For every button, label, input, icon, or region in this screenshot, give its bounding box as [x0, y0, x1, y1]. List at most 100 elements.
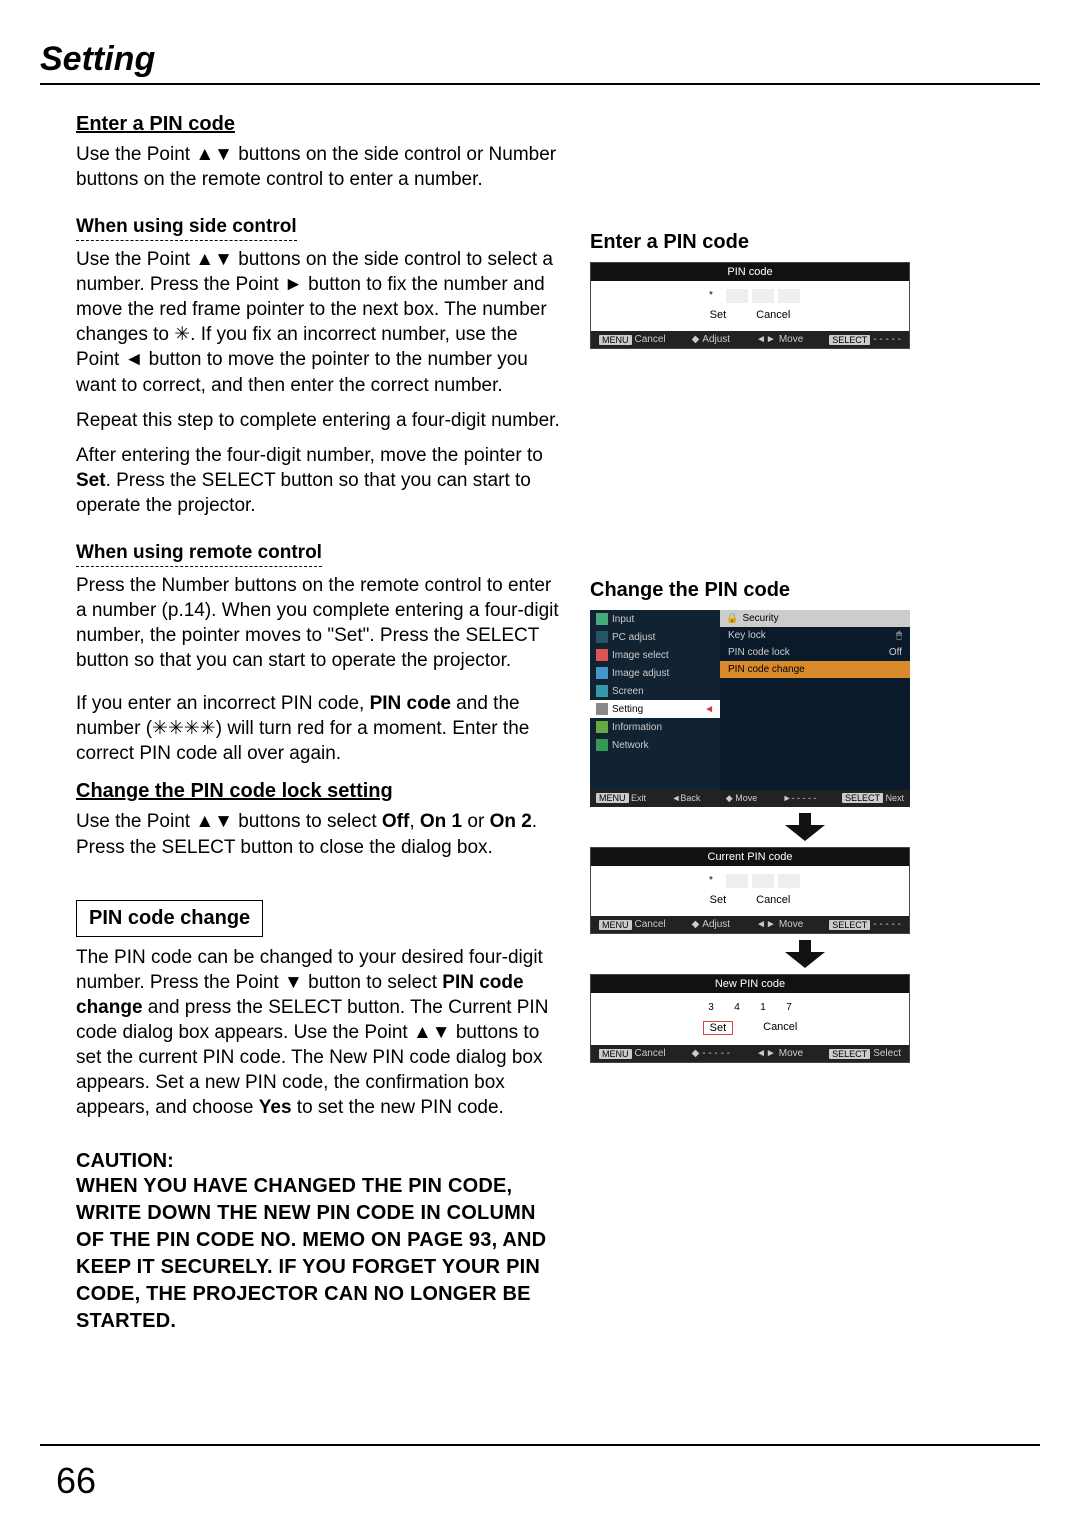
subheading-remote-control: When using remote control	[76, 542, 322, 567]
subheading-side-control: When using side control	[76, 216, 297, 241]
menu-right-value: Off	[889, 647, 902, 658]
setting-icon	[596, 703, 608, 715]
page-number: 66	[56, 1460, 96, 1502]
hint-dash: - - - - -	[702, 1048, 730, 1059]
menu-label: Image adjust	[612, 668, 669, 679]
pin-cell-3	[752, 289, 774, 303]
paragraph-change-lock: Use the Point ▲▼ buttons to select Off, …	[76, 809, 560, 859]
osd-new-pin: New PIN code 3 4 1 7 Set Cancel MENU Can…	[590, 974, 910, 1063]
menu-right-pincodechange: PIN code change	[720, 661, 910, 678]
two-column-layout: Enter a PIN code Use the Point ▲▼ button…	[40, 113, 1040, 1335]
osd-hints: MENU Cancel ◆ - - - - - ◄► Move SELECT S…	[591, 1045, 909, 1062]
caution-heading: CAUTION:	[76, 1150, 560, 1173]
menu-tag: MENU	[599, 920, 632, 930]
paragraph-enter-pin: Use the Point ▲▼ buttons on the side con…	[76, 142, 560, 192]
menu-label: Image select	[612, 650, 669, 661]
pin-cell-2	[726, 289, 748, 303]
text-fragment: ,	[409, 811, 420, 832]
osd-hints: MENU Cancel ◆ Adjust ◄► Move SELECT - - …	[591, 331, 909, 348]
hint-cancel: Cancel	[635, 334, 666, 345]
menu-right-title: Security	[742, 613, 778, 624]
menu-label: PC adjust	[612, 632, 655, 643]
text-fragment: to set the new PIN code.	[292, 1097, 504, 1118]
text-fragment: If you enter an incorrect PIN code,	[76, 693, 370, 714]
osd-button-row: Set Cancel	[591, 892, 909, 912]
title-rule	[40, 83, 1040, 85]
text-bold-set: Set	[76, 470, 106, 491]
osd-set-label: Set	[710, 309, 727, 321]
panel-title-change-pin: Change the PIN code	[590, 579, 1020, 602]
menu-item-network: Network	[590, 736, 720, 754]
hint-move: Move	[779, 334, 803, 345]
menu-item-information: Information	[590, 718, 720, 736]
menu-tag: MENU	[599, 1049, 632, 1059]
osd-button-row: Set Cancel	[591, 1019, 909, 1041]
menu-label: Information	[612, 722, 662, 733]
osd-cancel-label: Cancel	[763, 1021, 797, 1035]
pin-cell-1: *	[700, 874, 722, 888]
hint-exit: Exit	[631, 793, 646, 803]
footer-rule	[40, 1444, 1040, 1446]
osd-hints: MENU Cancel ◆ Adjust ◄► Move SELECT - - …	[591, 916, 909, 933]
text-bold-on1: On 1	[420, 811, 462, 832]
osd-set-label: Set	[710, 894, 727, 906]
spacer	[590, 349, 1020, 579]
caution-body: WHEN YOU HAVE CHANGED THE PIN CODE, WRIT…	[76, 1173, 560, 1335]
hint-dash: - - - - -	[873, 919, 901, 930]
menu-item-input: Input	[590, 610, 720, 628]
osd-menu-right: 🔒Security Key lock🖱 PIN code lockOff PIN…	[720, 610, 910, 790]
osd-pin-cells: *	[591, 870, 909, 892]
hint-move: Move	[779, 919, 803, 930]
paragraph-error: If you enter an incorrect PIN code, PIN …	[76, 691, 560, 766]
osd-menu-left: Input PC adjust Image select Image adjus…	[590, 610, 720, 790]
pin-cell-2	[726, 874, 748, 888]
column-left: Enter a PIN code Use the Point ▲▼ button…	[40, 113, 560, 1335]
text-fragment: or	[462, 811, 489, 832]
select-tag: SELECT	[829, 1049, 870, 1059]
pin-cell-3	[752, 874, 774, 888]
pin-cell-1: 3	[700, 1001, 722, 1015]
hint-cancel: Cancel	[635, 919, 666, 930]
osd-pin-cells: *	[591, 285, 909, 307]
arrow-down-icon	[590, 940, 1020, 968]
hint-move: Move	[735, 793, 757, 803]
text-fragment: Use the Point ▲▼ buttons to select	[76, 811, 382, 832]
imageadj-icon	[596, 667, 608, 679]
osd-pin-cells: 3 4 1 7	[591, 997, 909, 1019]
menu-right-label: Key lock	[728, 630, 766, 641]
pin-cell-1: *	[700, 289, 722, 303]
chevron-right-icon: ◄	[704, 704, 714, 715]
osd-current-pin: Current PIN code * Set Cancel MENU Cance…	[590, 847, 910, 934]
arrow-down-icon	[590, 813, 1020, 841]
menu-item-imageadjust: Image adjust	[590, 664, 720, 682]
text-bold-on2: On 2	[490, 811, 532, 832]
hint-adjust: Adjust	[702, 919, 730, 930]
manual-page: Setting Enter a PIN code Use the Point ▲…	[0, 0, 1080, 1532]
menu-label: Screen	[612, 686, 644, 697]
menu-tag: MENU	[596, 793, 629, 803]
menu-right-keylock: Key lock🖱	[720, 627, 910, 644]
panel-title-enter-pin: Enter a PIN code	[590, 231, 1020, 254]
menu-item-setting: Setting◄	[590, 700, 720, 718]
column-right: Enter a PIN code PIN code * Set Cancel	[590, 113, 1020, 1335]
hint-adjust: Adjust	[702, 334, 730, 345]
osd-title: New PIN code	[591, 975, 909, 993]
osd-title: Current PIN code	[591, 848, 909, 866]
osd-cancel-label: Cancel	[756, 309, 790, 321]
text-fragment: After entering the four-digit number, mo…	[76, 445, 543, 466]
menu-item-screen: Screen	[590, 682, 720, 700]
paragraph-pin-change: The PIN code can be changed to your desi…	[76, 945, 560, 1121]
pin-cell-3: 1	[752, 1001, 774, 1015]
select-tag: SELECT	[829, 920, 870, 930]
hint-cancel: Cancel	[635, 1048, 666, 1059]
paragraph-side-3: After entering the four-digit number, mo…	[76, 443, 560, 518]
text-bold-yes: Yes	[259, 1097, 292, 1118]
hint-move: Move	[779, 1048, 803, 1059]
heading-enter-pin: Enter a PIN code	[76, 113, 560, 136]
pin-cell-4	[778, 289, 800, 303]
text-bold-pincode: PIN code	[370, 693, 451, 714]
hint-dash: - - - - -	[873, 334, 901, 345]
hint-next: Next	[885, 793, 904, 803]
pc-icon	[596, 631, 608, 643]
select-tag: SELECT	[829, 335, 870, 345]
